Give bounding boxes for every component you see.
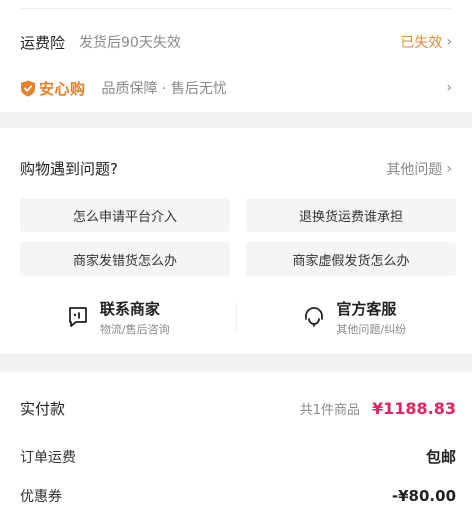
other-questions-link[interactable]: 其他问题 › [386,159,452,179]
shipping-fee-value: 包邮 [425,448,456,466]
payment-total-value: ¥1188.83 [371,399,456,418]
official-service-title: 官方客服 [336,299,397,318]
shipping-insurance-label: 运费险 [20,33,66,52]
help-card: 购物遇到问题? 其他问题 › 怎么申请平台介入 退换货运费谁承担 商家发错货怎么… [0,128,472,354]
question-grid: 怎么申请平台介入 退换货运费谁承担 商家发错货怎么办 商家虚假发货怎么办 [20,198,458,276]
help-header: 购物遇到问题? 其他问题 › [20,158,452,179]
official-service-text: 官方客服 其他问题/纠纷 [336,298,406,337]
shipping-fee-row: 订单运费 包邮 [20,446,456,467]
assurance-brand: 安心购 [20,78,86,99]
coupon-label: 优惠券 [20,489,62,505]
official-service-subtitle: 其他问题/纠纷 [336,322,407,336]
shield-icon [21,80,35,96]
question-button[interactable]: 商家虚假发货怎么办 [246,242,456,276]
shipping-insurance-subtitle: 发货后90天失效 [79,35,181,51]
divider [20,8,452,9]
other-questions-label: 其他问题 [386,161,443,178]
contact-seller-subtitle: 物流/售后咨询 [99,322,170,336]
official-service-button[interactable]: 官方客服 其他问题/纠纷 [237,294,472,340]
coupon-value: -¥80.00 [391,487,456,505]
payment-card: 实付款 共1件商品 ¥1188.83 订单运费 包邮 优惠券 -¥80.00 [0,372,472,530]
question-button[interactable]: 商家发错货怎么办 [20,242,230,276]
shipping-insurance-row[interactable]: 运费险 发货后90天失效 已失效 › [20,28,452,56]
payment-total-row: 实付款 共1件商品 ¥1188.83 [20,398,456,419]
headset-icon [305,307,324,327]
question-button[interactable]: 退换货运费谁承担 [246,198,456,232]
shipping-fee-label: 订单运费 [20,449,76,466]
contact-seller-title: 联系商家 [99,299,160,318]
status-text: 已失效 [400,35,443,51]
order-service-card: 运费险 发货后90天失效 已失效 › 安心购 品质保障 · 售后无忧 › [0,0,472,112]
assurance-brand-text: 安心购 [39,79,86,98]
assurance-row[interactable]: 安心购 品质保障 · 售后无忧 › [20,74,452,102]
chat-icon [68,307,87,327]
shipping-insurance-status[interactable]: 已失效 › [400,32,452,52]
question-button[interactable]: 怎么申请平台介入 [20,198,230,232]
chevron-right-icon: › [446,160,452,177]
assurance-subtitle: 品质保障 · 售后无忧 [101,81,227,97]
chevron-right-icon: › [446,34,452,50]
contact-row: 联系商家 物流/售后咨询 官方客服 其他问题/纠纷 [0,294,472,340]
payment-total-label: 实付款 [20,400,66,418]
chevron-right-icon: › [446,80,452,96]
contact-seller-text: 联系商家 物流/售后咨询 [100,298,170,337]
contact-seller-button[interactable]: 联系商家 物流/售后咨询 [0,294,236,340]
help-title: 购物遇到问题? [20,160,118,178]
item-count: 共1件商品 [299,403,360,418]
coupon-row: 优惠券 -¥80.00 [20,486,456,506]
